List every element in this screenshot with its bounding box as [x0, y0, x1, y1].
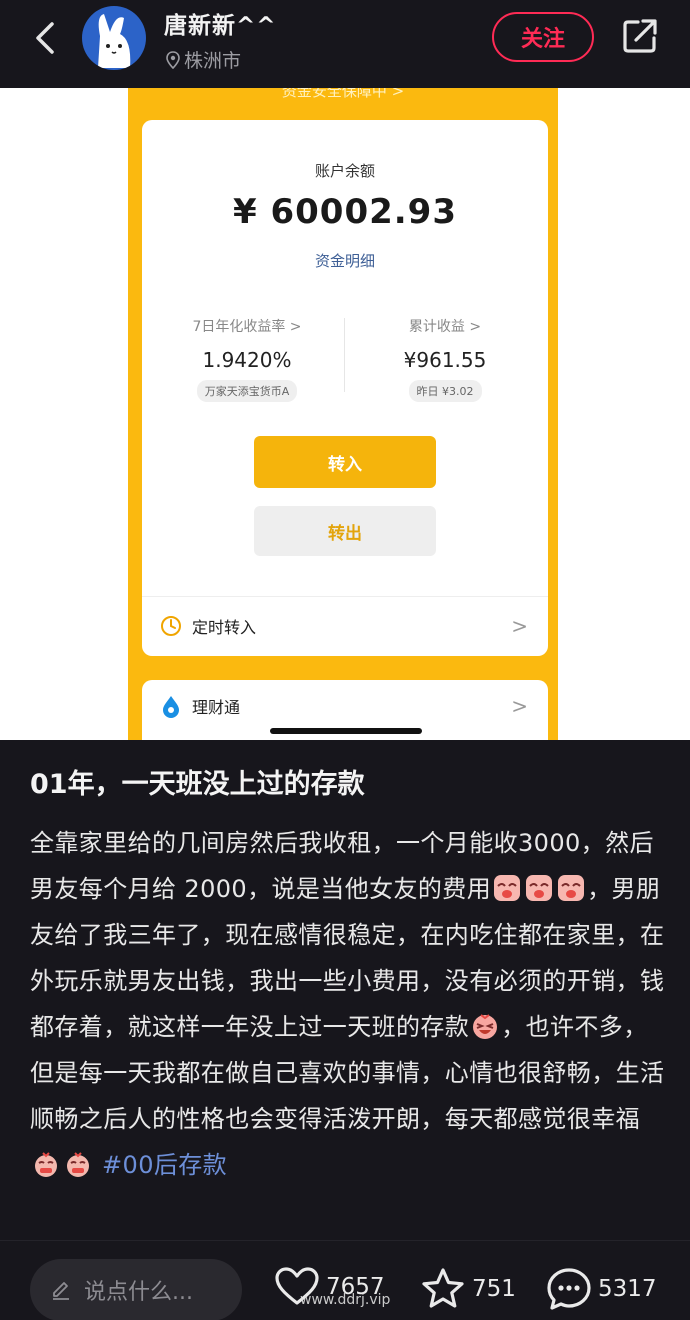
balance-value: ¥ 60002.93: [232, 192, 457, 232]
shy-emoji-icon: [35, 1152, 57, 1177]
balance-label: 账户余额: [314, 162, 375, 180]
yield-stat: 7日年化收益率 > 1.9420% 万家天添宝货币A: [172, 316, 322, 402]
follow-button[interactable]: 关注: [492, 12, 594, 62]
shy-emoji-icon: [67, 1152, 89, 1177]
post-body: 全靠家里给的几间房然后我收租，一个月能收3000，然后男友每个月给 2000，说…: [30, 820, 670, 1188]
transfer-in-button: 转入: [254, 436, 436, 488]
hashtag-link[interactable]: #00后存款: [102, 1151, 227, 1179]
favorite-count: 751: [472, 1276, 516, 1302]
post-title: 01年，一天班没上过的存款: [30, 769, 365, 800]
watermark: www.ddrj.vip: [300, 1292, 391, 1308]
crying-emoji-icon: [526, 875, 553, 901]
comment-input[interactable]: 说点什么...: [30, 1259, 242, 1320]
laughing-emoji-icon: [473, 1014, 498, 1039]
fund-name-chip: 万家天添宝货币A: [196, 380, 298, 402]
chevron-right-icon: >: [511, 694, 528, 718]
balance-card: 账户余额 ¥ 60002.93 资金明细 7日年化收益率 > 1.9420% 万…: [142, 120, 548, 656]
pencil-icon: [53, 1282, 69, 1300]
location: 株洲市: [166, 46, 241, 73]
scheduled-label: 定时转入: [192, 618, 257, 637]
yesterday-chip: 昨日 ¥3.02: [408, 380, 482, 402]
yield-value: 1.9420%: [202, 348, 292, 372]
crying-emoji-icon: [494, 875, 521, 901]
earnings-label: 累计收益 >: [408, 319, 482, 335]
location-pin-icon: [166, 50, 180, 69]
licaitong-label: 理财通: [192, 698, 241, 717]
comment-icon: [547, 1268, 591, 1310]
chevron-right-icon: >: [511, 614, 528, 638]
yield-label: 7日年化收益率 >: [192, 319, 302, 335]
post-content: 01年，一天班没上过的存款 全靠家里给的几间房然后我收租，一个月能收3000，然…: [30, 760, 670, 1188]
earnings-stat: 累计收益 > ¥961.55 昨日 ¥3.02: [370, 316, 520, 402]
stat-divider: [344, 318, 345, 392]
avatar[interactable]: [82, 6, 146, 70]
back-icon[interactable]: [28, 18, 64, 58]
star-icon: [422, 1268, 464, 1308]
post-image[interactable]: 资金安全保障中 > 账户余额 ¥ 60002.93 资金明细 7日年化收益率 >…: [0, 88, 690, 740]
comment-placeholder: 说点什么...: [84, 1280, 193, 1305]
safety-banner: 资金安全保障中 >: [281, 88, 405, 100]
earnings-value: ¥961.55: [403, 348, 487, 372]
transfer-out-button: 转出: [254, 506, 436, 556]
home-indicator: [270, 728, 422, 734]
crying-emoji-icon: [558, 875, 585, 901]
comment-button[interactable]: 5317: [546, 1267, 657, 1311]
share-icon[interactable]: [620, 16, 660, 56]
top-bar: 唐新新^^ 株洲市 关注: [0, 0, 690, 88]
divider: [142, 596, 548, 597]
user-name[interactable]: 唐新新^^: [164, 6, 277, 40]
favorite-button[interactable]: 751: [420, 1267, 516, 1311]
location-text: 株洲市: [184, 50, 242, 72]
clock-icon: [161, 616, 181, 636]
licaitong-icon: [163, 696, 179, 718]
licaitong-row: 理财通: [160, 694, 240, 718]
scheduled-transfer-row: 定时转入: [160, 614, 256, 638]
fund-details-link: 资金明细: [314, 252, 375, 270]
bottom-action-bar: 说点什么... 7657 751 5317: [0, 1240, 690, 1320]
comment-count: 5317: [598, 1276, 657, 1302]
